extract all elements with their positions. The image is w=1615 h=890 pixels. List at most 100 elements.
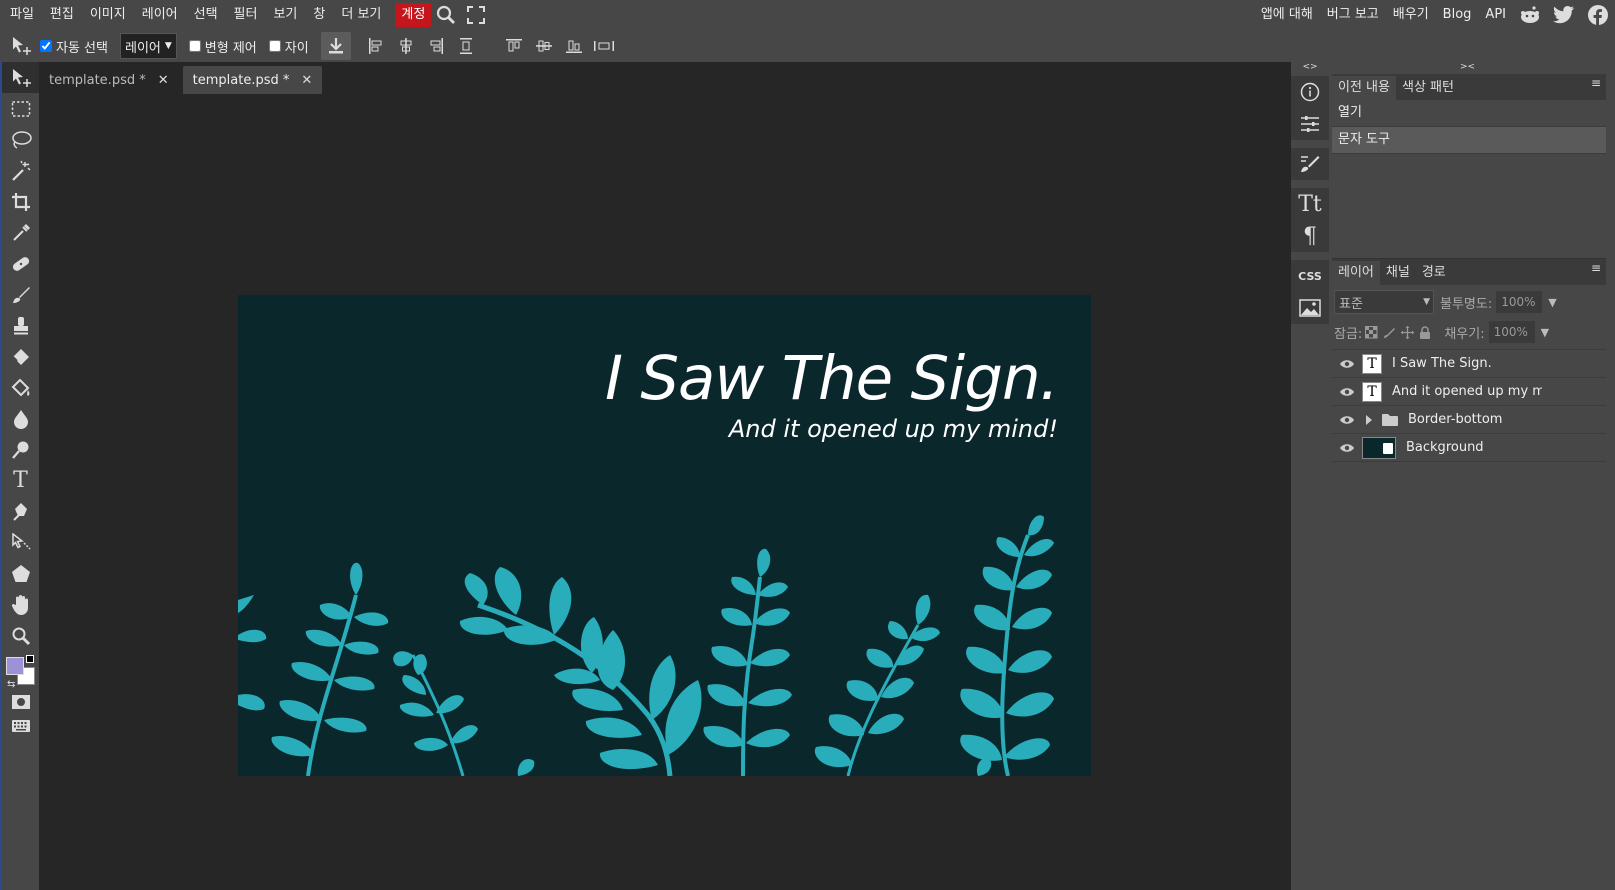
tab-layers[interactable]: 레이어 (1332, 261, 1380, 285)
tab-channels[interactable]: 채널 (1380, 261, 1416, 285)
menu-learn[interactable]: 배우기 (1386, 3, 1436, 27)
menu-about[interactable]: 앱에 대해 (1254, 3, 1320, 27)
menu-account[interactable]: 계정 (395, 3, 432, 27)
eye-icon[interactable] (1332, 387, 1362, 397)
marquee-tool[interactable] (2, 93, 39, 124)
lock-transparency-icon[interactable] (1362, 323, 1380, 341)
brush-tool[interactable] (2, 279, 39, 310)
info-icon[interactable] (1291, 76, 1329, 108)
document-canvas[interactable]: I Saw The Sign. And it opened up my mind… (238, 295, 1091, 776)
collapse-arrows-icon[interactable]: <> (1291, 62, 1329, 74)
lock-all-icon[interactable] (1416, 323, 1434, 341)
align-center-h-icon[interactable] (391, 32, 421, 60)
blend-mode-select[interactable]: 표준 ▼ (1334, 290, 1434, 314)
pen-tool[interactable] (2, 496, 39, 527)
swap-colors-icon[interactable]: ⇆ (7, 679, 15, 690)
default-colors-icon[interactable] (26, 655, 34, 663)
character-icon[interactable]: Tt (1291, 188, 1329, 220)
type-tool[interactable]: T (2, 465, 39, 496)
download-icon[interactable] (320, 32, 351, 60)
menu-blog[interactable]: Blog (1436, 3, 1479, 27)
menu-layer[interactable]: 레이어 (134, 3, 186, 27)
clone-stamp-tool[interactable] (2, 310, 39, 341)
close-icon[interactable]: ✕ (301, 73, 312, 88)
menu-view[interactable]: 보기 (265, 3, 305, 27)
menu-file[interactable]: 파일 (2, 3, 42, 27)
menu-image[interactable]: 이미지 (82, 3, 134, 27)
menu-select[interactable]: 선택 (186, 3, 226, 27)
close-icon[interactable]: ✕ (158, 73, 169, 88)
align-left-icon[interactable] (361, 32, 391, 60)
distance-option[interactable]: 자이 (268, 37, 309, 56)
eye-icon[interactable] (1332, 415, 1362, 425)
menu-filter[interactable]: 필터 (226, 3, 266, 27)
menu-report-bug[interactable]: 버그 보고 (1320, 3, 1386, 27)
menu-edit[interactable]: 편집 (42, 3, 82, 27)
paragraph-icon[interactable]: ¶ (1291, 220, 1329, 252)
layer-row[interactable]: T I Saw The Sign. (1332, 350, 1606, 378)
opacity-input[interactable]: 100% (1496, 291, 1543, 313)
shape-tool[interactable] (2, 558, 39, 589)
path-select-tool[interactable] (2, 527, 39, 558)
menu-more[interactable]: 더 보기 (333, 3, 389, 27)
foreground-color[interactable] (6, 657, 24, 675)
layer-row[interactable]: T And it opened up my mind! (1332, 378, 1606, 406)
align-bottom-icon[interactable] (559, 32, 589, 60)
paint-bucket-tool[interactable] (2, 372, 39, 403)
menu-window[interactable]: 창 (305, 3, 333, 27)
lock-position-icon[interactable] (1398, 323, 1416, 341)
keyboard-tool[interactable] (2, 715, 39, 737)
align-middle-v-icon[interactable] (529, 32, 559, 60)
align-right-icon[interactable] (421, 32, 451, 60)
panel-menu-icon[interactable]: ≡ (1586, 76, 1606, 96)
expand-arrows-icon[interactable]: >< (1460, 62, 1475, 72)
dodge-tool[interactable] (2, 434, 39, 465)
zoom-tool[interactable] (2, 620, 39, 651)
layer-row[interactable]: Background (1332, 434, 1606, 462)
document-tab-active[interactable]: template.psd * ✕ (182, 66, 323, 94)
lasso-tool[interactable] (2, 124, 39, 155)
fullscreen-icon[interactable] (461, 3, 491, 27)
eye-icon[interactable] (1332, 359, 1362, 369)
panel-menu-icon[interactable]: ≡ (1586, 261, 1606, 281)
blur-tool[interactable] (2, 403, 39, 434)
history-item[interactable]: 열기 (1332, 100, 1606, 127)
search-icon[interactable] (431, 3, 461, 27)
image-icon[interactable] (1291, 292, 1329, 324)
auto-select-option[interactable]: 자동 선택 (40, 37, 108, 56)
auto-select-checkbox[interactable] (40, 40, 52, 52)
transform-control-option[interactable]: 변형 제어 (188, 37, 257, 56)
brush-settings-icon[interactable] (1291, 148, 1329, 180)
tab-swatches[interactable]: 색상 패턴 (1396, 76, 1460, 100)
layer-select[interactable]: 레이어 ▼ (119, 33, 177, 59)
fill-dropdown-icon[interactable]: ▼ (1541, 326, 1549, 339)
magic-wand-tool[interactable] (2, 155, 39, 186)
document-tab[interactable]: template.psd * ✕ (39, 66, 179, 94)
menu-api[interactable]: API (1478, 3, 1513, 27)
reddit-icon[interactable] (1513, 0, 1547, 30)
align-top-icon[interactable] (499, 32, 529, 60)
distance-checkbox[interactable] (268, 40, 281, 52)
eraser-tool[interactable] (2, 341, 39, 372)
transform-control-checkbox[interactable] (188, 40, 201, 52)
healing-brush-tool[interactable] (2, 248, 39, 279)
eyedropper-tool[interactable] (2, 217, 39, 248)
lock-pixels-icon[interactable] (1380, 323, 1398, 341)
expand-arrow-icon[interactable] (1362, 414, 1376, 426)
eye-icon[interactable] (1332, 443, 1362, 453)
tab-paths[interactable]: 경로 (1416, 261, 1452, 285)
crop-tool[interactable] (2, 186, 39, 217)
tab-history[interactable]: 이전 내용 (1332, 76, 1396, 100)
move-tool[interactable] (2, 62, 39, 93)
distribute-v-icon[interactable] (589, 32, 619, 60)
history-item-selected[interactable]: 문자 도구 (1332, 127, 1606, 154)
opacity-dropdown-icon[interactable]: ▼ (1548, 296, 1556, 309)
facebook-icon[interactable] (1581, 0, 1615, 30)
hand-tool[interactable] (2, 589, 39, 620)
adjustments-icon[interactable] (1291, 108, 1329, 140)
twitter-icon[interactable] (1547, 0, 1581, 30)
distribute-h-icon[interactable] (451, 32, 481, 60)
css-icon[interactable]: CSS (1291, 260, 1329, 292)
quick-mask-tool[interactable] (2, 689, 39, 715)
layer-row[interactable]: Border-bottom (1332, 406, 1606, 434)
